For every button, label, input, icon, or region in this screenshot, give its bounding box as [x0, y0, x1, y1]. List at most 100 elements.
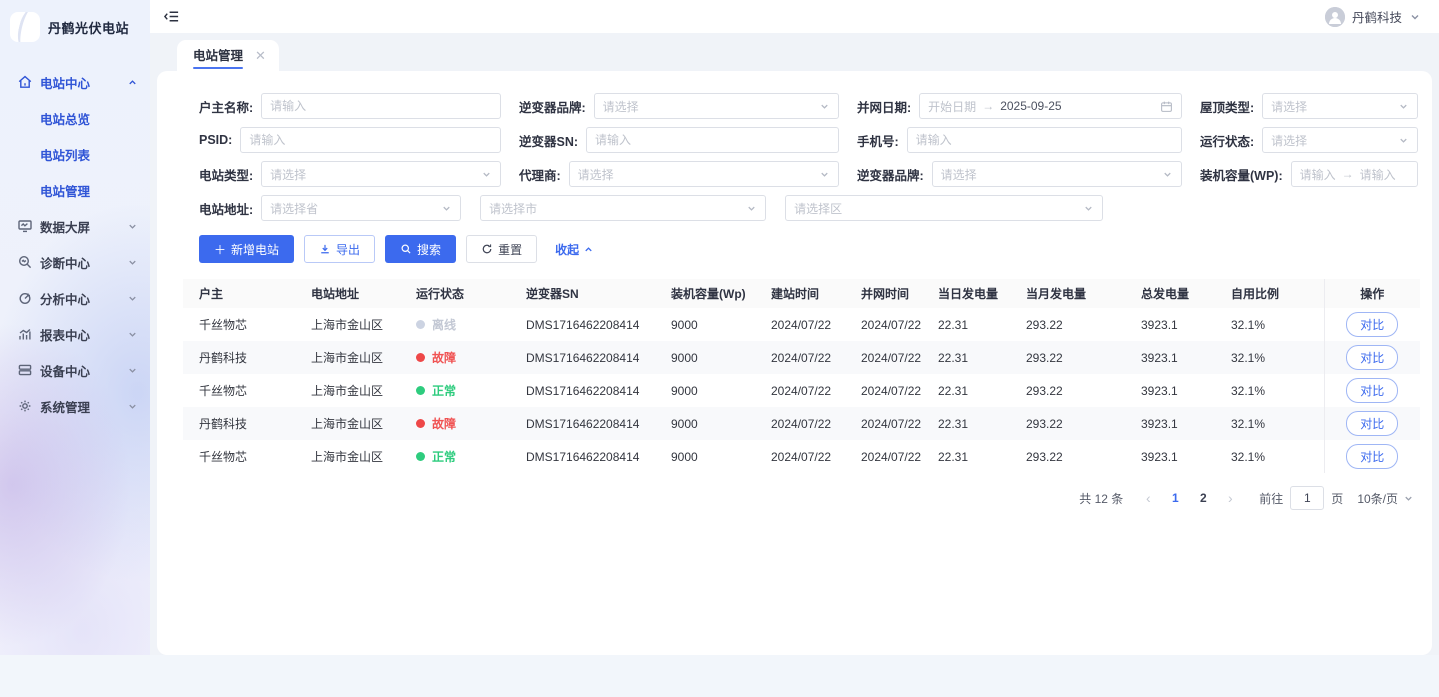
tab-station-management[interactable]: 电站管理 ✕ [177, 40, 279, 71]
search-icon [400, 243, 412, 255]
goto-label: 前往 [1259, 490, 1283, 507]
add-station-label: 新增电站 [231, 241, 279, 258]
prev-page-icon[interactable]: ‹ [1137, 490, 1159, 506]
reset-button[interactable]: 重置 [466, 235, 537, 263]
cell-monthly: 293.22 [1010, 341, 1125, 374]
sidebar-item-station-list[interactable]: 电站列表 [0, 136, 150, 172]
refresh-icon [481, 243, 493, 255]
station-center-icon [17, 74, 33, 90]
compare-button[interactable]: 对比 [1346, 345, 1398, 370]
compare-button[interactable]: 对比 [1346, 444, 1398, 469]
cell-sn: DMS1716462208414 [510, 308, 655, 341]
page-unit-label: 页 [1331, 490, 1343, 507]
page-number-2[interactable]: 2 [1191, 491, 1215, 505]
brand-logo: 丹鹤光伏电站 [0, 0, 150, 56]
page-size-value: 10条/页 [1357, 490, 1398, 507]
close-icon[interactable]: ✕ [255, 49, 266, 62]
cell-self-use: 32.1% [1215, 440, 1324, 473]
next-page-icon[interactable]: › [1219, 490, 1241, 506]
cell-grid-date: 2024/07/22 [845, 374, 922, 407]
sidebar-item-system-management[interactable]: 系统管理 [0, 388, 150, 424]
chevron-down-icon [127, 221, 138, 232]
owner-name-input[interactable] [261, 93, 501, 119]
chevron-down-icon [1398, 101, 1409, 112]
status-dot-normal [416, 452, 425, 461]
device-icon [17, 362, 33, 378]
cell-total: 3923.1 [1125, 308, 1215, 341]
status-label: 离线 [432, 316, 456, 333]
tab-label: 电站管理 [193, 45, 243, 67]
cell-daily: 22.31 [922, 440, 1010, 473]
search-label: 搜索 [417, 241, 441, 258]
select-placeholder: 请选择区 [794, 200, 842, 217]
city-select[interactable]: 请选择市 [480, 195, 766, 221]
capacity-range-input[interactable]: 请输入 → 请输入 [1291, 161, 1418, 187]
sidebar-item-report-center[interactable]: 报表中心 [0, 316, 150, 352]
capacity-max-placeholder: 请输入 [1360, 166, 1396, 183]
col-build-date: 建站时间 [755, 279, 845, 308]
range-arrow-icon: → [982, 99, 994, 113]
station-type-select[interactable]: 请选择 [261, 161, 501, 187]
sidebar-item-station-management[interactable]: 电站管理 [0, 172, 150, 208]
sidebar-item-diagnosis-center[interactable]: 诊断中心 [0, 244, 150, 280]
chevron-down-icon [441, 203, 452, 214]
cell-owner: 丹鹤科技 [183, 407, 295, 440]
reset-label: 重置 [498, 241, 522, 258]
sidebar-collapse-icon[interactable] [163, 8, 180, 25]
system-gear-icon [17, 398, 33, 414]
sidebar-item-station-overview[interactable]: 电站总览 [0, 100, 150, 136]
cell-build-date: 2024/07/22 [755, 341, 845, 374]
table-header-row: 户主 电站地址 运行状态 逆变器SN 装机容量(Wp) 建站时间 并网时间 当日… [183, 279, 1420, 308]
range-arrow-icon: → [1342, 167, 1354, 181]
compare-button[interactable]: 对比 [1346, 312, 1398, 337]
district-select[interactable]: 请选择区 [785, 195, 1103, 221]
chevron-down-icon [819, 101, 830, 112]
inverter-brand2-select[interactable]: 请选择 [932, 161, 1182, 187]
cell-monthly: 293.22 [1010, 440, 1125, 473]
page-size-select[interactable]: 10条/页 [1357, 490, 1414, 507]
cell-daily: 22.31 [922, 374, 1010, 407]
export-button[interactable]: 导出 [304, 235, 375, 263]
cell-self-use: 32.1% [1215, 341, 1324, 374]
status-label: 故障 [432, 349, 456, 366]
psid-input[interactable] [240, 127, 501, 153]
run-status-select[interactable]: 请选择 [1262, 127, 1418, 153]
export-label: 导出 [336, 241, 360, 258]
status-label: 故障 [432, 415, 456, 432]
sidebar-item-device-center[interactable]: 设备中心 [0, 352, 150, 388]
compare-button[interactable]: 对比 [1346, 411, 1398, 436]
collapse-filters-link[interactable]: 收起 [555, 241, 594, 258]
select-placeholder: 请选择 [603, 98, 639, 115]
status-dot-fault [416, 419, 425, 428]
agent-select[interactable]: 请选择 [569, 161, 839, 187]
province-select[interactable]: 请选择省 [261, 195, 461, 221]
search-button[interactable]: 搜索 [385, 235, 456, 263]
inverter-sn-label: 逆变器SN: [519, 131, 578, 150]
phone-input[interactable] [907, 127, 1182, 153]
page-number-1[interactable]: 1 [1163, 491, 1187, 505]
chevron-down-icon [127, 365, 138, 376]
col-monthly: 当月发电量 [1010, 279, 1125, 308]
cell-owner: 千丝物芯 [183, 308, 295, 341]
grid-date-range-picker[interactable]: 开始日期 → 2025-09-25 [919, 93, 1182, 119]
sidebar-item-analysis-center[interactable]: 分析中心 [0, 280, 150, 316]
select-placeholder: 请选择 [1271, 132, 1307, 149]
roof-type-select[interactable]: 请选择 [1262, 93, 1418, 119]
sidebar-item-data-screen[interactable]: 数据大屏 [0, 208, 150, 244]
cell-address: 上海市金山区 [295, 440, 400, 473]
cell-total: 3923.1 [1125, 440, 1215, 473]
capacity-label: 装机容量(WP): [1200, 165, 1283, 184]
add-station-button[interactable]: ＋新增电站 [199, 235, 294, 263]
sidebar-item-label: 诊断中心 [40, 253, 90, 272]
cell-address: 上海市金山区 [295, 374, 400, 407]
goto-page-input[interactable] [1290, 486, 1324, 510]
sidebar-item-station-center[interactable]: 电站中心 [0, 64, 150, 100]
inverter-sn-input[interactable] [586, 127, 839, 153]
inverter-brand2-label: 逆变器品牌: [857, 165, 924, 184]
user-menu[interactable]: 丹鹤科技 [1325, 7, 1421, 27]
chevron-down-icon [127, 401, 138, 412]
cell-total: 3923.1 [1125, 374, 1215, 407]
compare-button[interactable]: 对比 [1346, 378, 1398, 403]
select-placeholder: 请选择 [578, 166, 614, 183]
inverter-brand-select[interactable]: 请选择 [594, 93, 839, 119]
